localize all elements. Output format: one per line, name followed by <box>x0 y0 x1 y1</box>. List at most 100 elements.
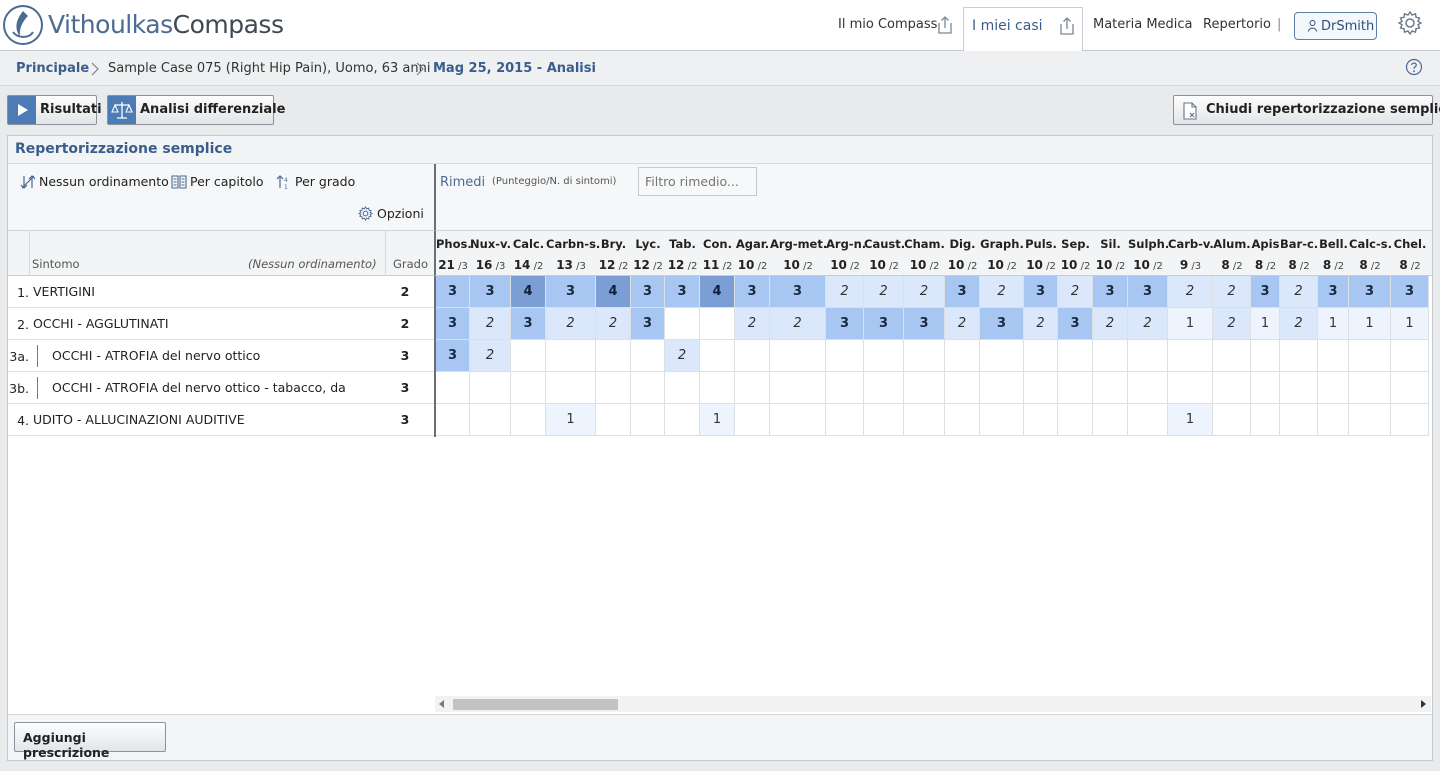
remedy-grade-cell[interactable]: 3 <box>546 276 596 308</box>
remedy-grade-cell[interactable]: 4 <box>596 276 631 308</box>
remedy-name[interactable]: Phos. <box>436 237 472 251</box>
symptom-text[interactable]: VERTIGINI <box>33 284 95 299</box>
remedy-grade-cell[interactable]: 3 <box>826 308 864 340</box>
settings-gear-icon[interactable] <box>1397 10 1423 36</box>
remedy-name[interactable]: Bry. <box>596 237 631 251</box>
remedy-grade-cell[interactable] <box>1128 404 1168 436</box>
remedy-name[interactable]: Apis <box>1251 237 1280 251</box>
remedy-grade-cell[interactable] <box>735 372 770 404</box>
remedy-grade-cell[interactable] <box>826 372 864 404</box>
col-grade-label[interactable]: Grado <box>393 257 428 271</box>
remedy-grade-cell[interactable]: 3 <box>1251 276 1280 308</box>
remedy-grade-cell[interactable] <box>980 372 1024 404</box>
remedy-grade-cell[interactable]: 3 <box>511 308 546 340</box>
remedy-name[interactable]: Sep. <box>1058 237 1093 251</box>
remedy-grade-cell[interactable] <box>1128 372 1168 404</box>
remedy-grade-cell[interactable] <box>1318 340 1349 372</box>
remedy-grade-cell[interactable]: 2 <box>665 340 700 372</box>
remedy-grade-cell[interactable]: 2 <box>1168 276 1213 308</box>
remedy-name[interactable]: Bell. <box>1318 237 1349 251</box>
remedy-name[interactable]: Cham. <box>904 237 945 251</box>
remedy-name[interactable]: Agar. <box>735 237 770 251</box>
remedy-grade-cell[interactable] <box>1128 340 1168 372</box>
breadcrumb-home[interactable]: Principale <box>16 61 89 76</box>
remedy-grade-cell[interactable]: 2 <box>1128 308 1168 340</box>
share-icon[interactable] <box>938 16 952 34</box>
remedy-name[interactable]: Tab. <box>665 237 700 251</box>
remedy-name[interactable]: Arg-n. <box>826 237 866 251</box>
remedy-grade-cell[interactable]: 1 <box>1318 308 1349 340</box>
symptom-grade[interactable]: 2 <box>398 284 412 299</box>
symptom-row[interactable]: 1. VERTIGINI 2 <box>8 276 434 308</box>
share-icon[interactable] <box>1060 17 1074 35</box>
remedy-name[interactable]: Graph. <box>980 237 1024 251</box>
remedy-grade-cell[interactable] <box>770 404 826 436</box>
remedy-grade-cell[interactable] <box>864 404 904 436</box>
remedy-grade-cell[interactable] <box>1213 372 1251 404</box>
remedy-grade-cell[interactable] <box>1058 404 1093 436</box>
remedy-grade-cell[interactable]: 2 <box>1213 308 1251 340</box>
remedy-filter-input[interactable] <box>638 167 757 196</box>
results-button[interactable]: Risultati <box>7 95 102 125</box>
remedy-grade-cell[interactable] <box>945 372 980 404</box>
remedy-grade-cell[interactable]: 1 <box>1168 308 1213 340</box>
remedy-grade-cell[interactable]: 2 <box>1280 308 1318 340</box>
remedy-name[interactable]: Con. <box>700 237 735 251</box>
remedy-grade-cell[interactable] <box>546 340 596 372</box>
remedy-grade-cell[interactable] <box>864 372 904 404</box>
remedy-grade-cell[interactable] <box>1391 404 1429 436</box>
remedy-grade-cell[interactable]: 3 <box>1093 276 1128 308</box>
remedy-name[interactable]: Sil. <box>1093 237 1128 251</box>
remedy-grade-cell[interactable] <box>596 404 631 436</box>
remedy-grade-cell[interactable] <box>1251 404 1280 436</box>
horizontal-scrollbar[interactable] <box>435 696 1431 712</box>
remedy-grade-cell[interactable]: 2 <box>735 308 770 340</box>
nav-tab-my-cases[interactable]: I miei casi <box>963 7 1083 52</box>
symptom-row[interactable]: 3a. OCCHI - ATROFIA del nervo ottico 3 <box>8 340 434 372</box>
remedy-grade-cell[interactable] <box>1280 372 1318 404</box>
remedy-grade-cell[interactable] <box>1318 404 1349 436</box>
remedy-name[interactable]: Carb-v. <box>1168 237 1214 251</box>
remedy-grade-cell[interactable]: 3 <box>904 308 945 340</box>
remedy-grade-cell[interactable] <box>1349 340 1391 372</box>
remedy-grade-cell[interactable] <box>1280 340 1318 372</box>
compass-logo-icon[interactable] <box>2 4 44 46</box>
remedy-name[interactable]: Calc. <box>511 237 546 251</box>
symptom-row[interactable]: 3b. OCCHI - ATROFIA del nervo ottico - ta… <box>8 372 434 404</box>
remedy-grade-cell[interactable] <box>631 404 665 436</box>
remedy-grade-cell[interactable] <box>1251 340 1280 372</box>
remedy-grade-cell[interactable] <box>980 404 1024 436</box>
remedy-grade-cell[interactable] <box>1213 340 1251 372</box>
remedy-grade-cell[interactable] <box>665 372 700 404</box>
remedy-grade-cell[interactable]: 2 <box>1093 308 1128 340</box>
remedy-grade-cell[interactable]: 2 <box>770 308 826 340</box>
remedy-grade-cell[interactable]: 1 <box>1168 404 1213 436</box>
remedy-grade-cell[interactable] <box>945 340 980 372</box>
remedy-grade-cell[interactable]: 1 <box>546 404 596 436</box>
remedy-grade-cell[interactable] <box>436 404 470 436</box>
nav-my-compass[interactable]: Il mio Compass <box>838 17 937 32</box>
close-simple-repertorization-button[interactable]: Chiudi repertorizzazione semplice <box>1173 95 1440 125</box>
breadcrumb-case[interactable]: Sample Case 075 (Right Hip Pain), Uomo, … <box>108 61 430 76</box>
remedy-grade-cell[interactable]: 3 <box>436 308 470 340</box>
remedy-name[interactable]: Lyc. <box>631 237 665 251</box>
symptom-grade[interactable]: 2 <box>398 316 412 331</box>
remedy-grade-cell[interactable] <box>735 340 770 372</box>
remedy-grade-cell[interactable] <box>1168 372 1213 404</box>
remedy-grade-cell[interactable]: 2 <box>470 340 511 372</box>
remedy-grade-cell[interactable] <box>1093 340 1128 372</box>
remedy-name[interactable]: Puls. <box>1024 237 1058 251</box>
remedy-grade-cell[interactable] <box>470 404 511 436</box>
remedy-grade-cell[interactable] <box>1349 404 1391 436</box>
remedy-grade-cell[interactable] <box>546 372 596 404</box>
remedy-grade-cell[interactable] <box>1093 404 1128 436</box>
symptom-text[interactable]: OCCHI - AGGLUTINATI <box>33 316 169 331</box>
remedy-grade-cell[interactable] <box>1391 372 1429 404</box>
remedy-grade-cell[interactable]: 3 <box>436 276 470 308</box>
remedy-grade-cell[interactable]: 3 <box>436 340 470 372</box>
remedy-grade-cell[interactable]: 2 <box>1024 308 1058 340</box>
remedy-grade-cell[interactable]: 4 <box>700 276 735 308</box>
remedy-grade-cell[interactable]: 2 <box>1213 276 1251 308</box>
symptom-grade[interactable]: 3 <box>398 348 412 363</box>
remedy-grade-cell[interactable] <box>1318 372 1349 404</box>
